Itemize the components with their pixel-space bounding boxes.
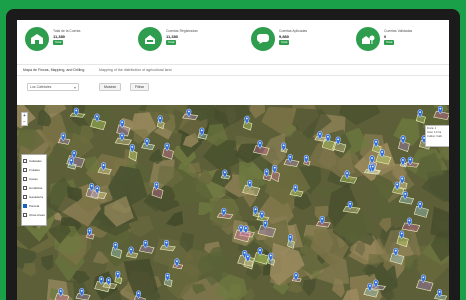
legend-item-otras[interactable]: Otras Areas — [23, 210, 45, 219]
checkbox[interactable] — [23, 212, 27, 217]
kpi-validated-accounts: Cuentas Validadas 0 Total — [356, 27, 449, 57]
farm-select-value: Los Cafetales — [30, 85, 52, 89]
satellite-map[interactable] — [17, 105, 449, 300]
kpi-badge: Total — [279, 40, 290, 45]
zoom-control: + − — [21, 112, 28, 126]
legend-label: Frutales — [29, 167, 40, 172]
farm-select[interactable]: Los Cafetales ▾ — [27, 83, 79, 91]
tab-bar: Mapa de Fincas, Mapping, and Drilling Ma… — [17, 66, 449, 76]
house-tree-icon — [356, 27, 380, 51]
legend-label: Hortalizas — [29, 185, 43, 190]
legend-item-frutales[interactable]: Frutales — [23, 165, 45, 174]
legend-label: Cacao — [29, 176, 38, 181]
kpi-value: 11,380 — [53, 34, 66, 39]
kpi-value: 11,380 — [166, 34, 179, 39]
kpi-total-accounts: Total de la Cuenta 11,380 Total — [25, 27, 125, 57]
legend-label: Ganaderia — [29, 194, 44, 199]
kpi-badge: Total — [384, 40, 395, 45]
kpi-registered-accounts: Cuentas Registradas 11,380 Total — [138, 27, 238, 57]
app-screen: Total de la Cuenta 11,380 Total Cuentas … — [17, 20, 449, 300]
map-canvas[interactable] — [17, 105, 449, 300]
kpi-bar: Total de la Cuenta 11,380 Total Cuentas … — [17, 20, 449, 65]
legend-label: Cafetales — [29, 158, 42, 163]
checkbox[interactable] — [23, 158, 27, 163]
legend-label: Parcela — [29, 203, 40, 208]
layer-legend: Cafetales Frutales Cacao Hortalizas Gana… — [21, 154, 47, 226]
parcel-tooltip: Finca: 1 Área: 3.0 ha Cultivo: Café — [425, 125, 449, 147]
checkbox[interactable] — [23, 203, 27, 208]
checkbox[interactable] — [23, 167, 27, 172]
show-button[interactable]: Mostrar — [99, 83, 121, 91]
kpi-applied-accounts: Cuentas Aplicadas 9,880 Total — [251, 27, 351, 57]
legend-item-cacao[interactable]: Cacao — [23, 174, 45, 183]
kpi-label: Cuentas Validadas — [384, 29, 413, 33]
checkbox[interactable] — [23, 194, 27, 199]
checkbox[interactable] — [23, 185, 27, 190]
tooltip-line: Cultivo: Café — [427, 135, 442, 138]
legend-item-hortalizas[interactable]: Hortalizas — [23, 183, 45, 192]
tab-distribution[interactable]: Mapping of the distribution of agricultu… — [99, 68, 172, 72]
kpi-value: 9,880 — [279, 34, 290, 39]
kpi-label: Cuentas Aplicadas — [279, 29, 308, 33]
legend-item-parcela[interactable]: Parcela — [23, 201, 45, 210]
tab-mapa-fincas[interactable]: Mapa de Fincas, Mapping, and Drilling — [23, 68, 84, 72]
kpi-value: 0 — [384, 34, 387, 39]
checkbox[interactable] — [23, 176, 27, 181]
kpi-label: Total de la Cuenta — [53, 29, 81, 33]
house-icon — [138, 27, 162, 51]
legend-item-cafetales[interactable]: Cafetales — [23, 156, 45, 165]
filter-button[interactable]: Filtrar — [130, 83, 149, 91]
kpi-label: Cuentas Registradas — [166, 29, 198, 33]
legend-label: Otras Areas — [29, 212, 45, 217]
kpi-badge: Total — [53, 40, 64, 45]
zoom-out-button[interactable]: − — [22, 119, 27, 125]
kpi-badge: Total — [166, 40, 177, 45]
legend-item-ganaderia[interactable]: Ganaderia — [23, 192, 45, 201]
chat-icon — [251, 27, 275, 51]
chevron-down-icon: ▾ — [73, 85, 76, 90]
farm-icon — [25, 27, 49, 51]
